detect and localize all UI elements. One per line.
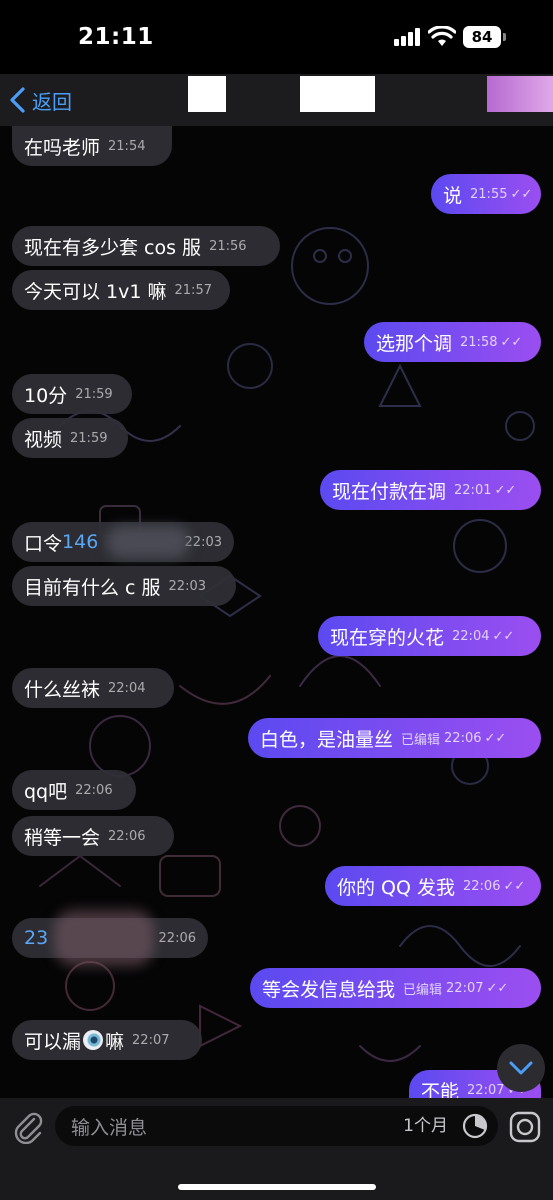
redacted-code <box>106 526 190 558</box>
read-ticks-icon: ✓✓ <box>503 878 526 894</box>
read-ticks-icon: ✓✓ <box>492 628 515 644</box>
outgoing-message[interactable]: 等会发信息给我 已编辑 22:07 ✓✓ <box>250 968 541 1008</box>
scroll-down-button[interactable] <box>497 1044 545 1092</box>
message-time: 22:06 <box>108 828 146 844</box>
wifi-icon <box>428 26 456 46</box>
eye-emoji-icon <box>83 1030 104 1050</box>
message-text: 等会发信息给我 <box>262 978 396 1001</box>
message-text: 说 <box>443 184 463 207</box>
status-time: 21:11 <box>78 24 154 50</box>
message-text: 选那个调 <box>376 332 453 355</box>
incoming-message[interactable]: 现在有多少套 cos 服 21:56 <box>12 226 280 266</box>
redacted-profile-image[interactable] <box>487 76 553 112</box>
message-time: 22:07 <box>132 1032 170 1048</box>
message-time: 21:54 <box>108 138 146 154</box>
camera-icon[interactable] <box>508 1110 542 1144</box>
message-time: 21:56 <box>209 238 247 254</box>
message-input-placeholder: 输入消息 <box>71 1116 148 1139</box>
message-time: 21:55 <box>470 186 508 202</box>
battery-indicator: 84 <box>463 26 501 48</box>
message-text: 不能 <box>421 1080 460 1099</box>
back-button[interactable]: 返回 <box>8 84 72 116</box>
message-time: 22:06 <box>444 730 482 746</box>
message-text: 视频 <box>24 428 63 451</box>
outgoing-message[interactable]: 选那个调 21:58 ✓✓ <box>364 322 541 362</box>
read-ticks-icon: ✓✓ <box>494 482 517 498</box>
message-time: 21:58 <box>460 334 498 350</box>
scroll-down-icon <box>509 1061 533 1075</box>
message-text: 现在有多少套 cos 服 <box>24 236 202 259</box>
message-text: 稍等一会 <box>24 826 101 849</box>
message-text: 现在付款在调 <box>332 480 447 503</box>
read-ticks-icon: ✓✓ <box>484 730 507 746</box>
read-ticks-icon: ✓✓ <box>486 980 509 996</box>
message-time: 21:59 <box>70 430 108 446</box>
message-text: 可以漏 <box>24 1030 82 1053</box>
edited-label: 已编辑 <box>401 732 441 748</box>
outgoing-message[interactable]: 你的 QQ 发我 22:06 ✓✓ <box>325 866 541 906</box>
incoming-message[interactable]: 目前有什么 c 服 22:03 <box>12 566 236 606</box>
incoming-message[interactable]: qq吧 22:06 <box>12 770 136 810</box>
attach-icon[interactable] <box>12 1110 44 1144</box>
outgoing-message[interactable]: 白色，是油量丝 已编辑 22:06 ✓✓ <box>248 718 541 758</box>
redacted-contact-name[interactable] <box>300 76 375 112</box>
message-text: 今天可以 1v1 嘛 <box>24 280 167 303</box>
message-link[interactable]: 23 <box>24 927 48 949</box>
message-text: 白色，是油量丝 <box>260 728 394 751</box>
message-time: 21:59 <box>75 386 113 402</box>
battery-tip <box>503 33 506 41</box>
message-time: 22:04 <box>452 628 490 644</box>
message-text: qq吧 <box>24 780 68 803</box>
message-time: 22:06 <box>463 878 501 894</box>
status-bar: 21:11 84 <box>0 0 553 74</box>
incoming-message[interactable]: 视频 21:59 <box>12 418 128 458</box>
message-time: 21:57 <box>174 282 212 298</box>
chat-header: 返回 <box>0 74 553 126</box>
incoming-message[interactable]: 可以漏嘛 22:07 <box>12 1020 202 1060</box>
home-indicator <box>178 1184 376 1190</box>
redacted-avatar <box>188 76 226 112</box>
message-text: 目前有什么 c 服 <box>24 576 161 599</box>
message-time: 22:01 <box>454 482 492 498</box>
message-time: 22:06 <box>158 930 196 946</box>
message-text: 在吗老师 <box>24 136 101 159</box>
message-time: 22:07 <box>467 1082 505 1098</box>
incoming-message[interactable]: 10分 21:59 <box>12 374 132 414</box>
message-text: 你的 QQ 发我 <box>337 876 455 899</box>
message-text: 10分 <box>24 384 68 407</box>
timer-icon[interactable] <box>462 1113 488 1139</box>
outgoing-message[interactable]: 现在付款在调 22:01 ✓✓ <box>320 470 541 510</box>
self-destruct-timer-label[interactable]: 1个月 <box>403 1106 448 1146</box>
chevron-left-icon <box>10 87 25 113</box>
message-text: 现在穿的火花 <box>330 626 445 649</box>
incoming-message[interactable]: 稍等一会 22:06 <box>12 816 174 856</box>
message-input[interactable]: 输入消息 1个月 <box>55 1106 498 1146</box>
read-ticks-icon: ✓✓ <box>500 334 523 350</box>
back-label: 返回 <box>32 89 72 114</box>
message-time: 22:03 <box>168 578 206 594</box>
message-text-after: 嘛 <box>105 1030 125 1053</box>
outgoing-message[interactable]: 说 21:55 ✓✓ <box>431 174 541 214</box>
incoming-message[interactable]: 在吗老师 21:54 <box>12 126 172 166</box>
message-list[interactable]: 在吗老师 21:54 说 21:55 ✓✓ 现在有多少套 cos 服 21:56 … <box>0 126 553 1098</box>
outgoing-message[interactable]: 现在穿的火花 22:04 ✓✓ <box>318 616 541 656</box>
redacted-number <box>54 910 154 966</box>
message-text: 什么丝袜 <box>24 678 101 701</box>
message-time: 22:04 <box>108 680 146 696</box>
message-link[interactable]: 146 <box>62 531 98 553</box>
message-time: 22:07 <box>446 980 484 996</box>
incoming-message[interactable]: 什么丝袜 22:04 <box>12 668 174 708</box>
read-ticks-icon: ✓✓ <box>510 186 533 202</box>
message-time: 22:06 <box>75 782 113 798</box>
message-time: 22:03 <box>184 534 222 550</box>
edited-label: 已编辑 <box>403 982 443 998</box>
message-text: 口令 <box>24 532 63 555</box>
incoming-message[interactable]: 今天可以 1v1 嘛 21:57 <box>12 270 230 310</box>
cellular-signal-icon <box>394 28 422 46</box>
